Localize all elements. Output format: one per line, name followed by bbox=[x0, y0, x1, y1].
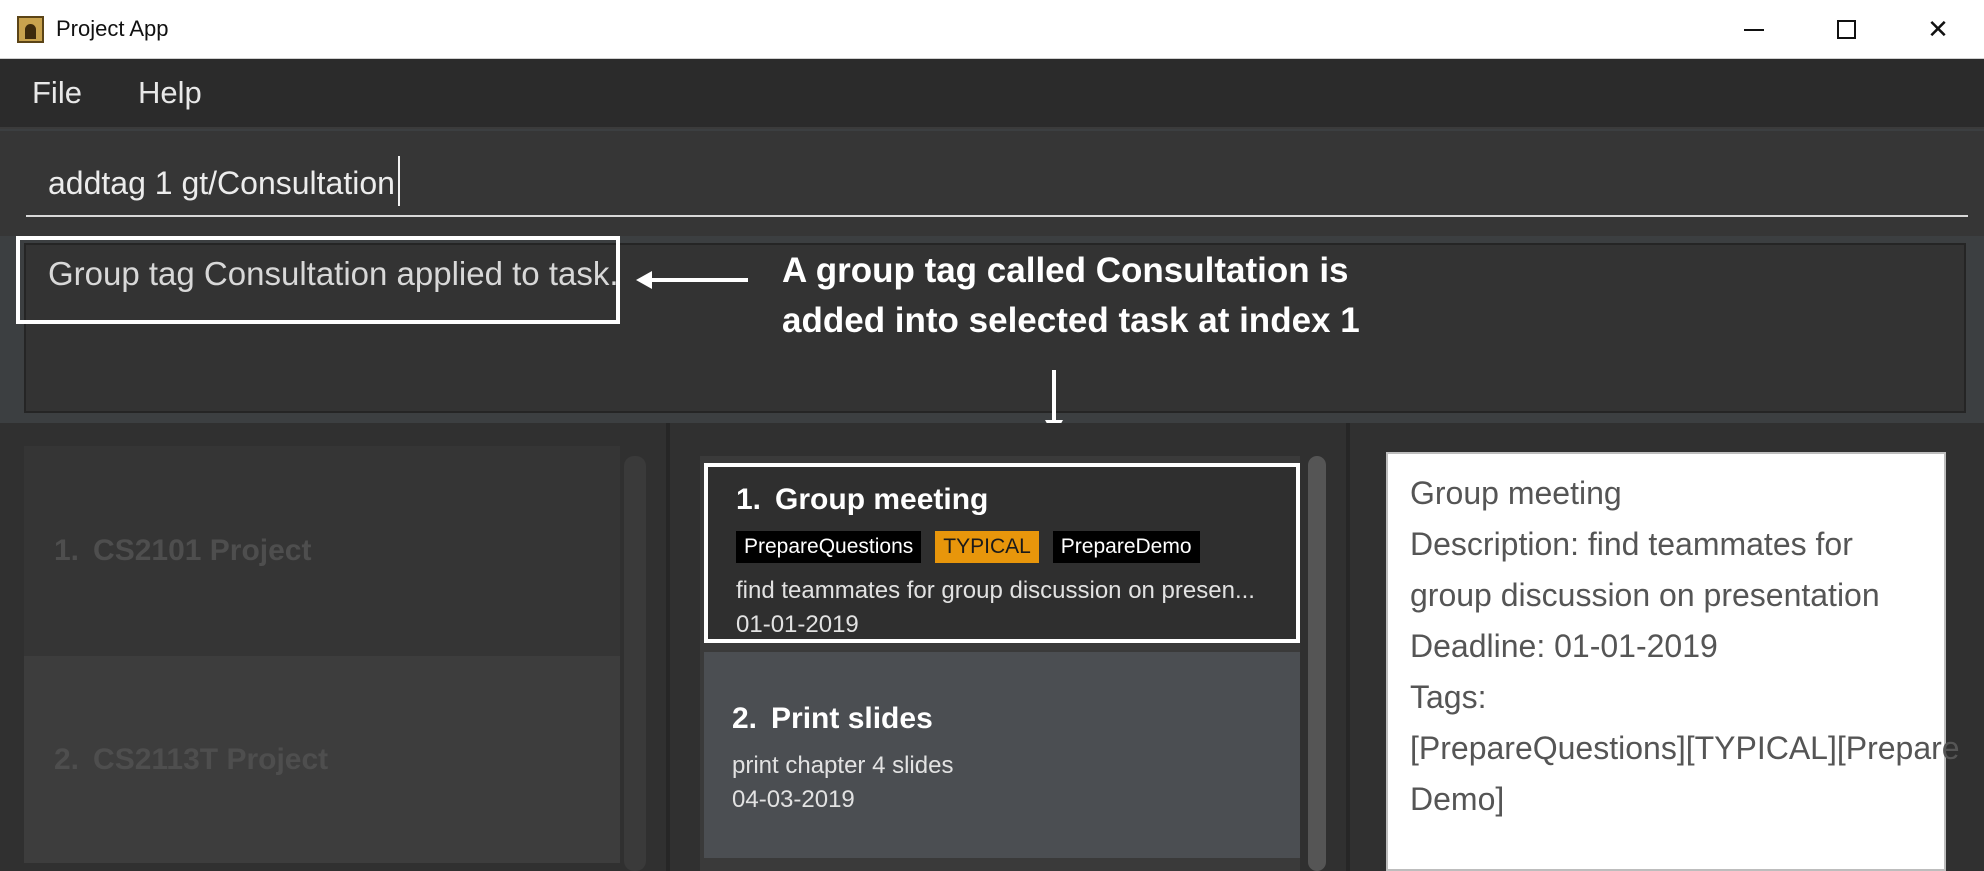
close-icon: ✕ bbox=[1927, 14, 1949, 44]
menu-bar: File Help bbox=[0, 59, 1984, 129]
task-tags: PrepareQuestions TYPICAL PrepareDemo bbox=[736, 531, 1296, 563]
annotation-line-2: added into selected task at index 1 bbox=[782, 301, 1360, 340]
menu-file[interactable]: File bbox=[32, 75, 82, 111]
window-title-bar: Project App ✕ bbox=[0, 0, 1984, 59]
task-name: Group meeting bbox=[775, 483, 989, 516]
task-index: 2. bbox=[732, 702, 758, 735]
command-input[interactable] bbox=[26, 151, 1968, 217]
project-name: CS2101 Project bbox=[93, 534, 312, 567]
annotation-line-1: A group tag called Consultation is bbox=[782, 251, 1349, 290]
command-box bbox=[0, 131, 1984, 236]
panel-divider bbox=[666, 423, 670, 871]
project-list[interactable]: 1. CS2101 Project 2. CS2113T Project bbox=[24, 446, 620, 871]
minimize-icon bbox=[1744, 28, 1764, 31]
app-icon bbox=[17, 15, 44, 43]
project-index: 2. bbox=[54, 742, 80, 776]
detail-tags: [PrepareQuestions][TYPICAL][Prepare bbox=[1410, 730, 1960, 766]
detail-title: Group meeting bbox=[1410, 475, 1622, 511]
task-card-selected[interactable]: 1. Group meeting PrepareQuestions TYPICAL… bbox=[704, 463, 1300, 643]
minimize-button[interactable] bbox=[1708, 0, 1800, 59]
task-title: 2. Print slides bbox=[732, 702, 1300, 736]
project-card[interactable]: 1. CS2101 Project bbox=[24, 446, 620, 656]
task-description: print chapter 4 slides bbox=[732, 752, 954, 779]
task-name: Print slides bbox=[771, 702, 933, 735]
task-date: 04-03-2019 bbox=[732, 786, 855, 813]
task-card[interactable]: 2. Print slides print chapter 4 slides 04… bbox=[704, 652, 1300, 858]
panel-divider bbox=[1346, 423, 1350, 871]
maximize-button[interactable] bbox=[1800, 0, 1892, 59]
task-date: 01-01-2019 bbox=[736, 611, 859, 638]
window-title: Project App bbox=[56, 16, 169, 41]
arrow-left-icon bbox=[636, 271, 748, 289]
tag-badge-typical: TYPICAL bbox=[935, 531, 1039, 563]
tag-badge: PrepareDemo bbox=[1052, 531, 1200, 563]
task-detail-panel: Group meeting Description: find teammate… bbox=[1386, 452, 1960, 871]
annotation-callout: A group tag called Consultation is added… bbox=[782, 246, 1360, 346]
detail-description: Description: find teammates for bbox=[1410, 526, 1853, 562]
maximize-icon bbox=[1836, 20, 1856, 39]
detail-deadline: Deadline: 01-01-2019 bbox=[1410, 628, 1718, 664]
close-button[interactable]: ✕ bbox=[1892, 0, 1984, 59]
project-index: 1. bbox=[54, 534, 80, 567]
result-message: Group tag Consultation applied to task. bbox=[48, 255, 619, 292]
task-title: 1. Group meeting bbox=[736, 483, 1296, 517]
project-list-scrollbar[interactable] bbox=[624, 456, 646, 871]
text-caret bbox=[398, 156, 400, 206]
project-card[interactable]: 2. CS2113T Project bbox=[24, 656, 620, 863]
window-controls: ✕ bbox=[1708, 0, 1984, 59]
menu-help[interactable]: Help bbox=[138, 75, 202, 111]
tag-badge: PrepareQuestions bbox=[736, 531, 922, 563]
task-description: find teammates for group discussion on p… bbox=[736, 577, 1255, 604]
task-list-scrollbar[interactable] bbox=[1308, 456, 1326, 871]
detail-tags-cont: Demo] bbox=[1410, 781, 1505, 817]
task-index: 1. bbox=[736, 483, 762, 516]
detail-description-cont: group discussion on presentation bbox=[1410, 577, 1880, 613]
detail-tags-label: Tags: bbox=[1410, 679, 1487, 715]
project-name: CS2113T Project bbox=[93, 742, 329, 776]
